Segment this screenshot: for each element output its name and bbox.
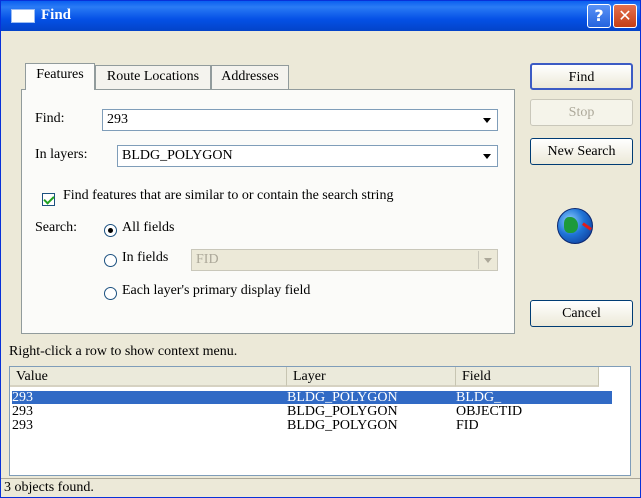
globe-icon bbox=[557, 208, 593, 244]
tab-route-locations[interactable]: Route Locations bbox=[95, 65, 211, 89]
find-button[interactable]: Find bbox=[530, 63, 633, 90]
cell-layer: BLDG_POLYGON bbox=[287, 418, 398, 433]
layers-label: In layers: bbox=[35, 147, 88, 162]
find-value: 293 bbox=[107, 112, 128, 127]
radio-in-fields-label[interactable]: In fields bbox=[122, 250, 168, 266]
radio-in-fields[interactable] bbox=[104, 254, 117, 267]
cell-field: FID bbox=[456, 418, 479, 433]
table-row[interactable]: 293 BLDG_POLYGON FID bbox=[12, 418, 612, 433]
cell-value: 293 bbox=[12, 404, 33, 419]
tab-addresses[interactable]: Addresses bbox=[211, 65, 289, 89]
find-dropdown-arrow-icon[interactable] bbox=[478, 111, 496, 129]
radio-primary-display-label[interactable]: Each layer's primary display field bbox=[122, 283, 310, 299]
radio-primary-display[interactable] bbox=[104, 287, 117, 300]
column-header-layer[interactable]: Layer bbox=[287, 367, 456, 387]
radio-all-fields-label[interactable]: All fields bbox=[122, 220, 175, 236]
in-fields-dropdown-arrow-icon[interactable] bbox=[478, 251, 496, 269]
find-combobox[interactable]: 293 bbox=[102, 109, 498, 131]
close-button[interactable]: ✕ bbox=[613, 4, 637, 28]
title-bar[interactable]: Find ? ✕ bbox=[1, 1, 640, 31]
stop-button[interactable]: Stop bbox=[530, 99, 633, 126]
help-button[interactable]: ? bbox=[587, 4, 611, 28]
cell-field: BLDG_ bbox=[456, 390, 502, 405]
similar-checkbox[interactable] bbox=[42, 193, 55, 206]
results-list[interactable]: Value Layer Field 293 BLDG_POLYGON BLDG_… bbox=[9, 366, 631, 476]
results-hint: Right-click a row to show context menu. bbox=[9, 344, 238, 359]
column-header-value[interactable]: Value bbox=[10, 367, 287, 387]
layers-value: BLDG_POLYGON bbox=[122, 148, 233, 163]
cell-layer: BLDG_POLYGON bbox=[287, 404, 398, 419]
find-dialog: Find ? ✕ Features Route Locations Addres… bbox=[0, 0, 641, 498]
layers-dropdown-arrow-icon[interactable] bbox=[478, 147, 496, 165]
search-label: Search: bbox=[35, 220, 77, 235]
cancel-button[interactable]: Cancel bbox=[530, 300, 633, 327]
table-row[interactable]: 293 BLDG_POLYGON OBJECTID bbox=[12, 404, 612, 419]
status-bar: 3 objects found. bbox=[1, 478, 640, 497]
cell-value: 293 bbox=[12, 390, 33, 405]
column-header-field[interactable]: Field bbox=[456, 367, 599, 387]
table-row[interactable]: 293 BLDG_POLYGON BLDG_ bbox=[12, 390, 612, 405]
radio-all-fields[interactable] bbox=[104, 224, 117, 237]
window-title: Find bbox=[41, 7, 72, 23]
cell-field: OBJECTID bbox=[456, 404, 523, 419]
cell-value: 293 bbox=[12, 418, 33, 433]
window-icon bbox=[11, 9, 35, 23]
in-fields-combobox[interactable]: FID bbox=[191, 249, 498, 271]
cell-layer: BLDG_POLYGON bbox=[287, 390, 398, 405]
find-label: Find: bbox=[35, 111, 65, 126]
in-fields-value: FID bbox=[196, 252, 219, 267]
status-text: 3 objects found. bbox=[4, 480, 94, 495]
similar-checkbox-label[interactable]: Find features that are similar to or con… bbox=[63, 188, 393, 204]
layers-combobox[interactable]: BLDG_POLYGON bbox=[117, 145, 498, 167]
new-search-button[interactable]: New Search bbox=[530, 138, 633, 165]
tab-features[interactable]: Features bbox=[25, 63, 95, 90]
